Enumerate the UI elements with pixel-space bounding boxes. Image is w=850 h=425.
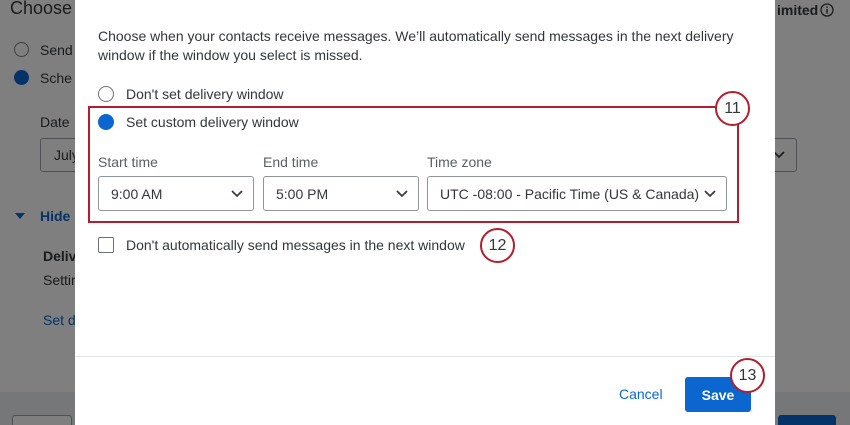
start-time-select[interactable]: 9:00 AM [98,176,254,211]
callout-badge-13: 13 [730,358,765,393]
modal-footer-divider [75,356,775,357]
end-time-select[interactable]: 5:00 PM [263,176,419,211]
custom-delivery-window-label: Set custom delivery window [126,114,299,130]
chevron-down-icon [396,189,408,197]
no-delivery-window-label: Don't set delivery window [126,86,284,102]
time-zone-label: Time zone [427,154,492,170]
no-delivery-window-radio[interactable] [98,86,114,102]
chevron-down-icon [231,189,243,197]
callout-badge-11: 11 [715,91,750,126]
custom-delivery-window-option[interactable]: Set custom delivery window [98,114,299,130]
end-time-label: End time [263,154,319,170]
no-auto-send-option[interactable]: Don't automatically send messages in the… [98,237,465,253]
no-auto-send-label: Don't automatically send messages in the… [126,237,465,253]
time-zone-select[interactable]: UTC -08:00 - Pacific Time (US & Canada) [427,176,727,211]
custom-delivery-window-radio[interactable] [98,114,114,130]
modal-description: Choose when your contacts receive messag… [98,28,734,63]
cancel-button[interactable]: Cancel [605,376,677,412]
delivery-window-modal: Choose when your contacts receive messag… [75,0,775,425]
chevron-down-icon [704,189,716,197]
callout-badge-12: 12 [480,228,515,263]
time-zone-value: UTC -08:00 - Pacific Time (US & Canada) [440,185,700,202]
start-time-value: 9:00 AM [111,185,163,202]
start-time-label: Start time [98,154,158,170]
no-delivery-window-option[interactable]: Don't set delivery window [98,86,284,102]
end-time-value: 5:00 PM [276,185,329,202]
no-auto-send-checkbox[interactable] [98,237,114,253]
